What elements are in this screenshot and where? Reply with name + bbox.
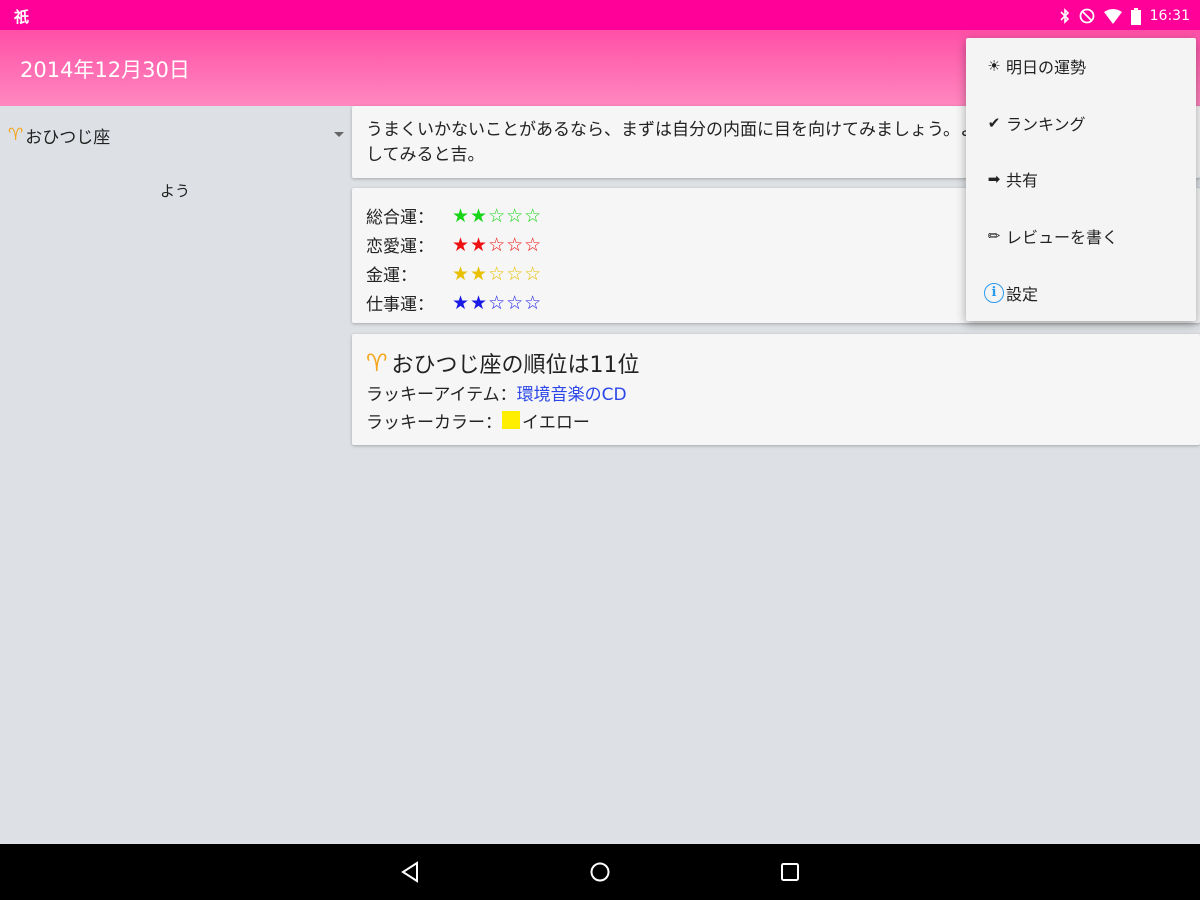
back-icon[interactable] bbox=[398, 860, 422, 884]
overflow-menu: ☀ 明日の運勢 ✔ ランキング ➡ 共有 ✏ レビューを書く i 設定 bbox=[966, 38, 1196, 321]
menu-item-label: レビューを書く bbox=[1006, 228, 1119, 248]
lucky-item-row: ラッキーアイテム： 環境音楽のCD bbox=[366, 378, 1186, 406]
zodiac-sign-label: おひつじ座 bbox=[25, 127, 111, 148]
aries-icon: ♈ bbox=[366, 349, 388, 377]
recents-icon[interactable] bbox=[778, 860, 802, 884]
check-icon: ✔ bbox=[987, 113, 1001, 132]
star-rating: ★★☆☆☆ bbox=[452, 291, 543, 314]
lucky-color-value: イエロー bbox=[522, 412, 590, 433]
lucky-color-row: ラッキーカラー： イエロー bbox=[366, 406, 1186, 434]
home-icon[interactable] bbox=[588, 860, 612, 884]
star-rating: ★★☆☆☆ bbox=[452, 262, 543, 285]
info-icon: i bbox=[984, 282, 1004, 303]
partial-text: よう bbox=[160, 182, 191, 200]
luck-label: 総合運： bbox=[366, 208, 434, 228]
menu-item-ranking[interactable]: ✔ ランキング bbox=[966, 95, 1196, 152]
arrow-right-icon: ➡ bbox=[987, 170, 1001, 189]
luck-label: 金運： bbox=[366, 266, 417, 286]
sun-icon: ☀ bbox=[987, 57, 1001, 76]
pencil-icon: ✏ bbox=[987, 227, 1001, 246]
lucky-item-link[interactable]: 環境音楽のCD bbox=[517, 380, 627, 405]
menu-item-label: 設定 bbox=[1006, 284, 1039, 304]
status-time: 16:31 bbox=[1149, 8, 1190, 24]
navigation-bar bbox=[0, 844, 1200, 900]
zodiac-sign-spinner[interactable]: ♈ おひつじ座 bbox=[8, 122, 346, 148]
aries-icon: ♈ bbox=[8, 125, 24, 145]
ranking-card: ♈ おひつじ座の順位は11位 ラッキーアイテム： 環境音楽のCD ラッキーカラー… bbox=[352, 334, 1200, 445]
status-icons: 16:31 bbox=[1060, 6, 1190, 26]
menu-item-label: ランキング bbox=[1006, 114, 1086, 134]
left-pane: ♈ おひつじ座 よう bbox=[0, 106, 352, 844]
notification-app-icon: 祇 bbox=[14, 8, 30, 26]
ranking-title-text: おひつじ座の順位は11位 bbox=[391, 353, 640, 378]
status-bar: 祇 16:31 bbox=[0, 0, 1200, 30]
menu-item-label: 明日の運勢 bbox=[1006, 58, 1087, 78]
wifi-icon bbox=[1103, 8, 1122, 24]
star-rating: ★★☆☆☆ bbox=[452, 233, 543, 256]
page-title: 2014年12月30日 bbox=[20, 58, 190, 82]
do-not-disturb-icon bbox=[1079, 8, 1095, 24]
lucky-item-label: ラッキーアイテム： bbox=[366, 384, 517, 405]
menu-item-share[interactable]: ➡ 共有 bbox=[966, 151, 1196, 208]
menu-item-settings[interactable]: i 設定 bbox=[966, 264, 1196, 321]
bluetooth-icon bbox=[1060, 8, 1069, 24]
menu-item-tomorrow[interactable]: ☀ 明日の運勢 bbox=[966, 38, 1196, 95]
lucky-color-label: ラッキーカラー： bbox=[366, 412, 502, 433]
ranking-title: ♈ おひつじ座の順位は11位 bbox=[366, 348, 1186, 378]
lucky-color-swatch bbox=[502, 411, 520, 429]
luck-label: 恋愛運： bbox=[366, 237, 434, 257]
star-rating: ★★☆☆☆ bbox=[452, 204, 543, 227]
menu-item-label: 共有 bbox=[1006, 171, 1039, 191]
battery-icon bbox=[1130, 7, 1141, 25]
menu-item-review[interactable]: ✏ レビューを書く bbox=[966, 208, 1196, 265]
luck-label: 仕事運： bbox=[366, 295, 434, 315]
dropdown-arrow-icon bbox=[334, 132, 344, 137]
